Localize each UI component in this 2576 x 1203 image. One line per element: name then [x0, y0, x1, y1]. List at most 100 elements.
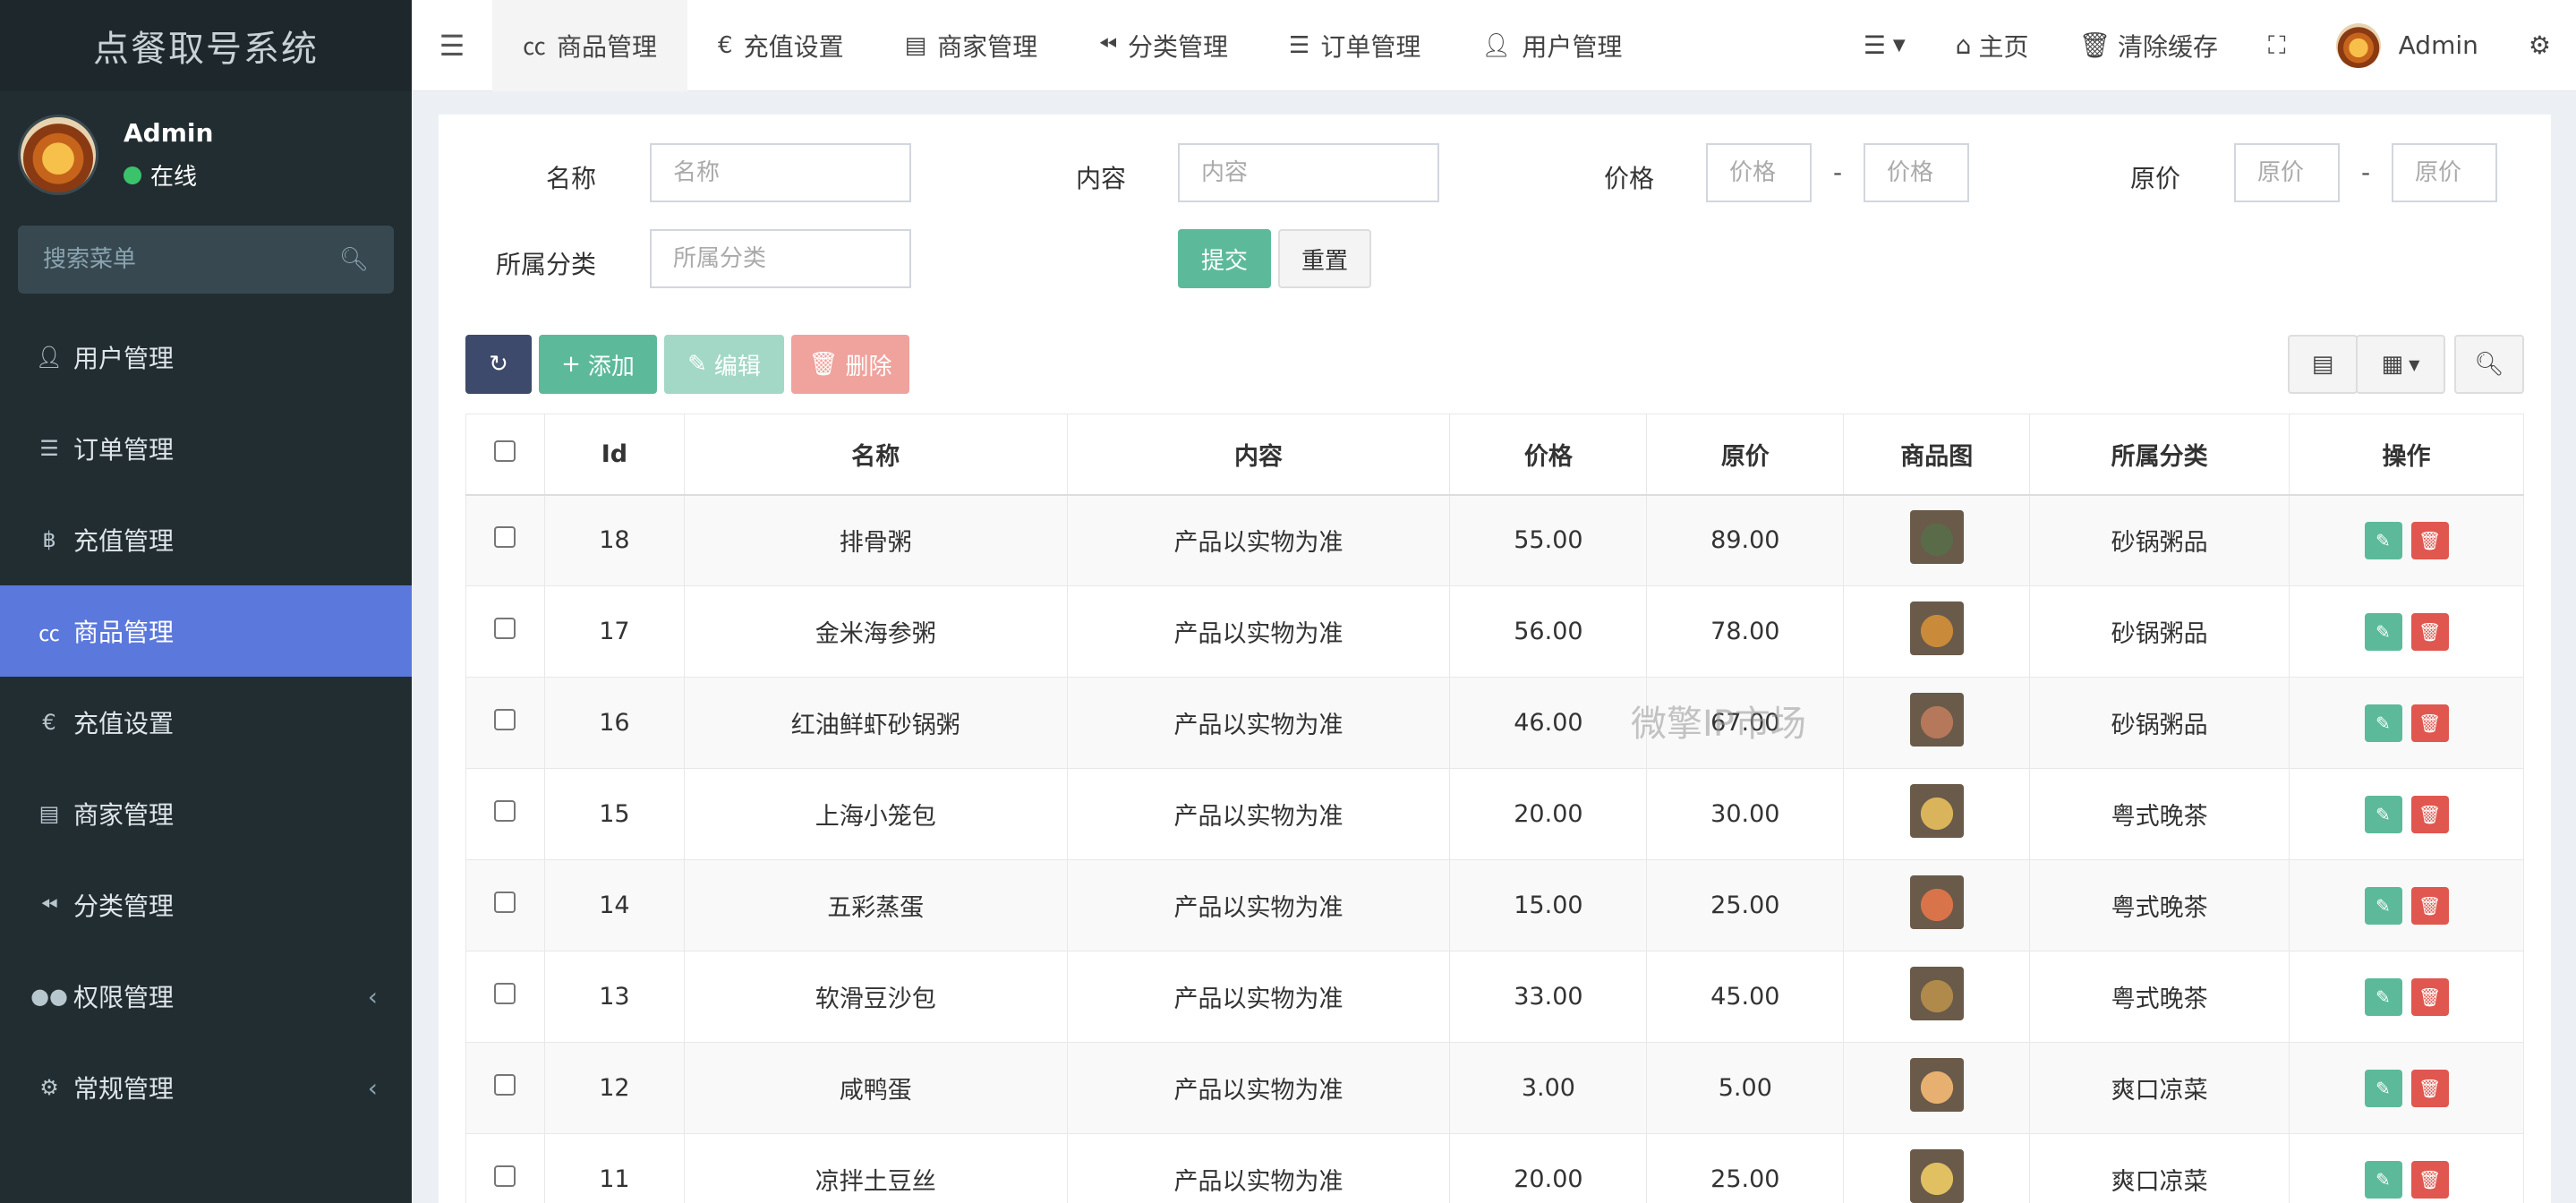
row-checkbox[interactable] [494, 618, 516, 639]
row-checkbox[interactable] [494, 800, 516, 822]
main-content: 名称 内容 价格 - 原价 - 所属分类 提交 重置 ↻ +添加 ✎编辑 🗑︎删… [439, 115, 2551, 1203]
cell-price: 33.00 [1449, 951, 1648, 1043]
row-delete-trash-icon[interactable]: 🗑︎ [2410, 1160, 2449, 1199]
row-checkbox[interactable] [494, 526, 516, 549]
orig-min-input[interactable] [2234, 143, 2340, 202]
product-thumbnail[interactable] [1909, 875, 1964, 929]
row-delete-trash-icon[interactable]: 🗑︎ [2410, 795, 2449, 833]
toggle-view-button[interactable]: ▤ [2288, 335, 2358, 394]
tab-label: 用户管理 [1522, 31, 1623, 62]
sidebar-item-3[interactable]: ㏄商品管理 [0, 585, 412, 677]
category-input[interactable] [650, 229, 911, 288]
row-checkbox[interactable] [494, 892, 516, 913]
sidebar-item-4[interactable]: € 充值设置 [0, 677, 412, 768]
cell-id: 16 [543, 677, 685, 769]
table-row: 18 排骨粥 产品以实物为准 55.00 89.00 砂锅粥品 ✎ 🗑︎ [465, 494, 2524, 586]
tab-4[interactable]: ☰ 订单管理 [1258, 0, 1451, 91]
tabs-dropdown[interactable]: ☰ ▼ [1838, 0, 1931, 91]
clear-cache-button[interactable]: 🗑︎ 清除缓存 [2053, 0, 2243, 91]
row-delete-trash-icon[interactable]: 🗑︎ [2410, 612, 2449, 651]
tab-1[interactable]: € 充值设置 [687, 0, 874, 91]
search-toggle-button[interactable]: 🔍︎ [2454, 335, 2524, 394]
menu-search-input[interactable] [43, 246, 311, 273]
column-header[interactable]: 商品图 [1843, 414, 2031, 496]
submit-button[interactable]: 提交 [1178, 229, 1271, 288]
add-button[interactable]: + 添加 [539, 335, 657, 394]
product-thumbnail[interactable] [1909, 1058, 1964, 1112]
tab-2[interactable]: ▤ 商家管理 [874, 0, 1069, 91]
menu-toggle-icon[interactable]: ☰ [412, 29, 492, 63]
columns-dropdown[interactable]: ▦ ▼ [2356, 335, 2445, 394]
product-thumbnail[interactable] [1909, 602, 1964, 655]
sidebar: 点餐取号系统 Admin 在线 🔍︎ 👤︎ 用户管理 ☰ 订单管理 ฿ 充值管理㏄商品管理… [0, 0, 412, 1203]
search-icon[interactable]: 🔍︎ [339, 246, 369, 273]
row-edit-pencil-icon[interactable]: ✎ [2364, 612, 2402, 651]
home-link[interactable]: ⌂ 主页 [1931, 0, 2054, 91]
tab-0[interactable]: ㏄商品管理 [492, 0, 688, 91]
sidebar-item-7[interactable]: ●● 权限管理 ‹ [0, 951, 412, 1042]
settings-gear-icon[interactable]: ⚙ [2503, 0, 2576, 91]
column-header[interactable]: 价格 [1449, 414, 1648, 496]
row-checkbox[interactable] [494, 983, 516, 1004]
tab-3[interactable]: ⏪︎ 分类管理 [1068, 0, 1258, 91]
sidebar-item-5[interactable]: ▤ 商家管理 [0, 768, 412, 859]
row-edit-pencil-icon[interactable]: ✎ [2364, 977, 2402, 1016]
cell-content: 产品以实物为准 [1066, 859, 1451, 951]
cell-image [1843, 494, 2031, 586]
row-checkbox[interactable] [494, 709, 516, 730]
price-max-input[interactable] [1864, 143, 1969, 202]
row-edit-pencil-icon[interactable]: ✎ [2364, 521, 2402, 559]
row-delete-trash-icon[interactable]: 🗑︎ [2410, 704, 2449, 742]
row-select-cell [465, 677, 545, 769]
row-delete-trash-icon[interactable]: 🗑︎ [2410, 886, 2449, 925]
reset-button[interactable]: 重置 [1278, 229, 1371, 288]
edit-button[interactable]: ✎ 编辑 [664, 335, 784, 394]
row-edit-pencil-icon[interactable]: ✎ [2364, 886, 2402, 925]
column-header[interactable]: 名称 [683, 414, 1068, 496]
row-edit-pencil-icon[interactable]: ✎ [2364, 1069, 2402, 1107]
bitcoin-icon: ฿ [42, 527, 56, 552]
select-all-checkbox[interactable] [494, 439, 516, 462]
tab-5[interactable]: 👤︎ 用户管理 [1451, 0, 1652, 91]
pencil-icon: ✎ [687, 351, 707, 378]
column-header[interactable]: 操作 [2289, 414, 2524, 496]
sidebar-item-1[interactable]: ☰ 订单管理 [0, 403, 412, 494]
cell-id: 11 [543, 1133, 685, 1203]
product-thumbnail[interactable] [1909, 1149, 1964, 1203]
row-edit-pencil-icon[interactable]: ✎ [2364, 704, 2402, 742]
row-edit-pencil-icon[interactable]: ✎ [2364, 1160, 2402, 1199]
row-checkbox[interactable] [494, 1074, 516, 1096]
cell-id: 14 [543, 859, 685, 951]
product-thumbnail[interactable] [1909, 967, 1964, 1020]
admin-menu[interactable]: Admin [2311, 0, 2503, 91]
cell-image [1843, 1042, 2031, 1134]
product-thumbnail[interactable] [1909, 510, 1964, 565]
column-header[interactable]: 所属分类 [2029, 414, 2290, 496]
row-delete-trash-icon[interactable]: 🗑︎ [2410, 1069, 2449, 1107]
sidebar-item-2[interactable]: ฿ 充值管理 [0, 494, 412, 585]
price-min-input[interactable] [1706, 143, 1812, 202]
sidebar-item-8[interactable]: ⚙ 常规管理 ‹ [0, 1042, 412, 1133]
delete-button[interactable]: 🗑︎ 删除 [791, 335, 909, 394]
backward-icon: ⏪︎ [40, 892, 58, 917]
refresh-button[interactable]: ↻ [465, 335, 532, 394]
content-input[interactable] [1178, 143, 1439, 202]
name-input[interactable] [650, 143, 911, 202]
home-label: 主页 [1978, 31, 2029, 62]
column-header[interactable]: 原价 [1646, 414, 1845, 496]
column-header[interactable]: Id [543, 414, 685, 496]
product-thumbnail[interactable] [1909, 784, 1964, 838]
home-icon: ⌂ [1955, 30, 1972, 60]
avatar [18, 115, 98, 195]
row-checkbox[interactable] [494, 1165, 516, 1187]
column-header[interactable]: 内容 [1066, 414, 1451, 496]
row-edit-pencil-icon[interactable]: ✎ [2364, 795, 2402, 833]
orig-max-input[interactable] [2392, 143, 2497, 202]
row-delete-trash-icon[interactable]: 🗑︎ [2410, 977, 2449, 1016]
sidebar-item-0[interactable]: 👤︎ 用户管理 [0, 311, 412, 403]
fullscreen-icon[interactable]: ⛶ [2243, 0, 2311, 91]
product-thumbnail[interactable] [1909, 693, 1964, 747]
sidebar-item-6[interactable]: ⏪︎ 分类管理 [0, 859, 412, 951]
row-delete-trash-icon[interactable]: 🗑︎ [2410, 521, 2449, 559]
cell-name: 上海小笼包 [683, 768, 1068, 860]
